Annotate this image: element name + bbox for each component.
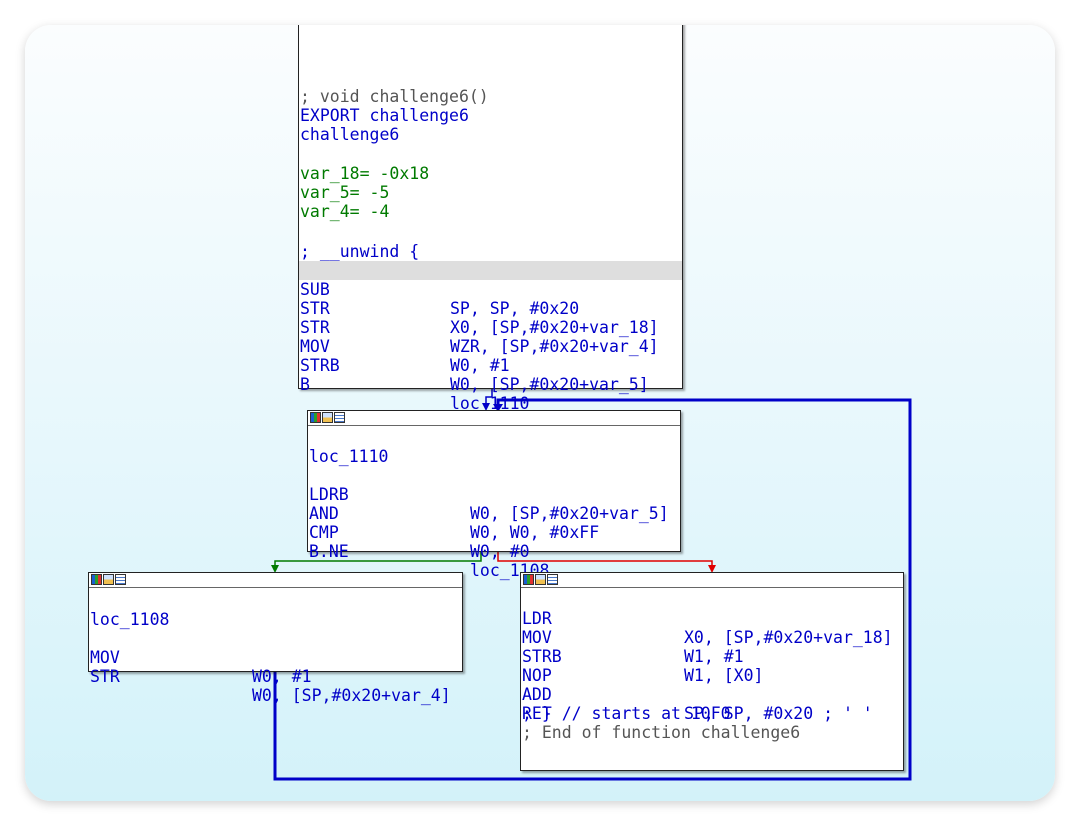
instruction-mnemonic: B [300, 375, 310, 394]
stack-var-equals: = [349, 183, 370, 202]
instruction-row[interactable]: B loc_1110 [299, 356, 682, 413]
instruction-operands: W0, #0 [470, 542, 530, 561]
stack-var-value: -0x18 [379, 164, 430, 183]
block-header [89, 573, 462, 588]
instruction-operands: W0, [SP,#0x20+var_4] [252, 686, 451, 705]
instruction-row[interactable]: ADD SP, SP, #0x20 ; ' ' [521, 666, 903, 723]
instruction-mnemonic: STR [90, 667, 120, 686]
code-block-exit[interactable]: LDR X0, [SP,#0x20+var_18] MOV W1, #1 STR… [520, 572, 904, 771]
instruction-mnemonic: B.NE [309, 542, 349, 561]
instruction-row[interactable]: LDRB W0, [SP,#0x20+var_5] [308, 466, 680, 523]
graph-listing-icon[interactable] [334, 412, 345, 423]
graph-listing-icon[interactable] [115, 574, 126, 585]
stack-var-value: -5 [369, 183, 390, 202]
stack-var-name[interactable]: var_18 [300, 164, 360, 183]
instruction-row[interactable]: RET [521, 685, 903, 723]
block-header [521, 573, 903, 588]
instruction-row[interactable]: B.NE loc_1108 [308, 523, 680, 580]
instruction-row-selected[interactable]: SUB SP, SP, #0x20 [299, 261, 682, 318]
graph-image-icon[interactable] [103, 574, 114, 585]
instruction-row[interactable]: STRB W0, [SP,#0x20+var_5] [299, 337, 682, 394]
end-of-function-comment: ; End of function challenge6 [522, 723, 801, 742]
stack-var-equals: = [359, 164, 380, 183]
unwind-begin-comment: ; __unwind { [300, 242, 420, 261]
stack-var-name[interactable]: var_4 [300, 202, 350, 221]
instruction-operands: W0, [SP,#0x20+var_5] [450, 375, 649, 394]
instruction-row[interactable]: MOV W0, #1 [89, 629, 462, 686]
instruction-row[interactable]: CMP W0, #0 [308, 504, 680, 561]
graph-image-icon[interactable] [322, 412, 333, 423]
instruction-row[interactable]: NOP [521, 647, 903, 685]
code-block-loc-1108[interactable]: loc_1108 MOV W0, #1 STR W0, [SP,#0x20+va… [88, 572, 463, 705]
instruction-row[interactable]: STR WZR, [SP,#0x20+var_4] [299, 299, 682, 356]
instruction-row[interactable]: MOV W1, #1 [521, 609, 903, 666]
graph-color-icon[interactable] [91, 574, 102, 585]
block-label[interactable]: loc_1108 [90, 610, 169, 629]
graph-color-icon[interactable] [310, 412, 321, 423]
stack-var-line: var_4= -4 [300, 202, 389, 221]
function-name-label[interactable]: challenge6 [300, 125, 399, 144]
graph-listing-icon[interactable] [547, 574, 558, 585]
graph-view-canvas[interactable]: ; void challenge6() EXPORT challenge6 ch… [25, 25, 1055, 801]
instruction-row[interactable]: MOV W0, #1 [299, 318, 682, 375]
instruction-row[interactable]: STRB W1, [X0] [521, 628, 903, 685]
instruction-row[interactable]: STR W0, [SP,#0x20+var_4] [89, 648, 462, 705]
edge-loop-to-body-true [274, 552, 482, 566]
stack-var-name[interactable]: var_5 [300, 183, 350, 202]
code-block-entry[interactable]: ; void challenge6() EXPORT challenge6 ch… [298, 25, 683, 413]
graph-image-icon[interactable] [535, 574, 546, 585]
stack-var-line: var_5= -5 [300, 183, 389, 202]
block-header [308, 411, 680, 426]
unwind-end-comment: ; } // starts at 10F0 [522, 704, 731, 723]
stack-var-line: var_18= -0x18 [300, 164, 429, 183]
code-block-loc-1110[interactable]: loc_1110 LDRB W0, [SP,#0x20+var_5] AND W… [307, 410, 681, 580]
block-label[interactable]: loc_1110 [309, 447, 388, 466]
stack-var-equals: = [349, 202, 370, 221]
instruction-row[interactable]: LDR X0, [SP,#0x20+var_18] [521, 590, 903, 647]
instruction-row[interactable]: AND W0, W0, #0xFF [308, 485, 680, 542]
function-signature-comment: ; void challenge6() [300, 87, 489, 106]
instruction-operands: W0, #1 [252, 667, 312, 686]
graph-color-icon[interactable] [523, 574, 534, 585]
stack-var-value: -4 [369, 202, 390, 221]
instruction-row[interactable]: STR X0, [SP,#0x20+var_18] [299, 280, 682, 337]
export-directive: EXPORT challenge6 [300, 106, 469, 125]
